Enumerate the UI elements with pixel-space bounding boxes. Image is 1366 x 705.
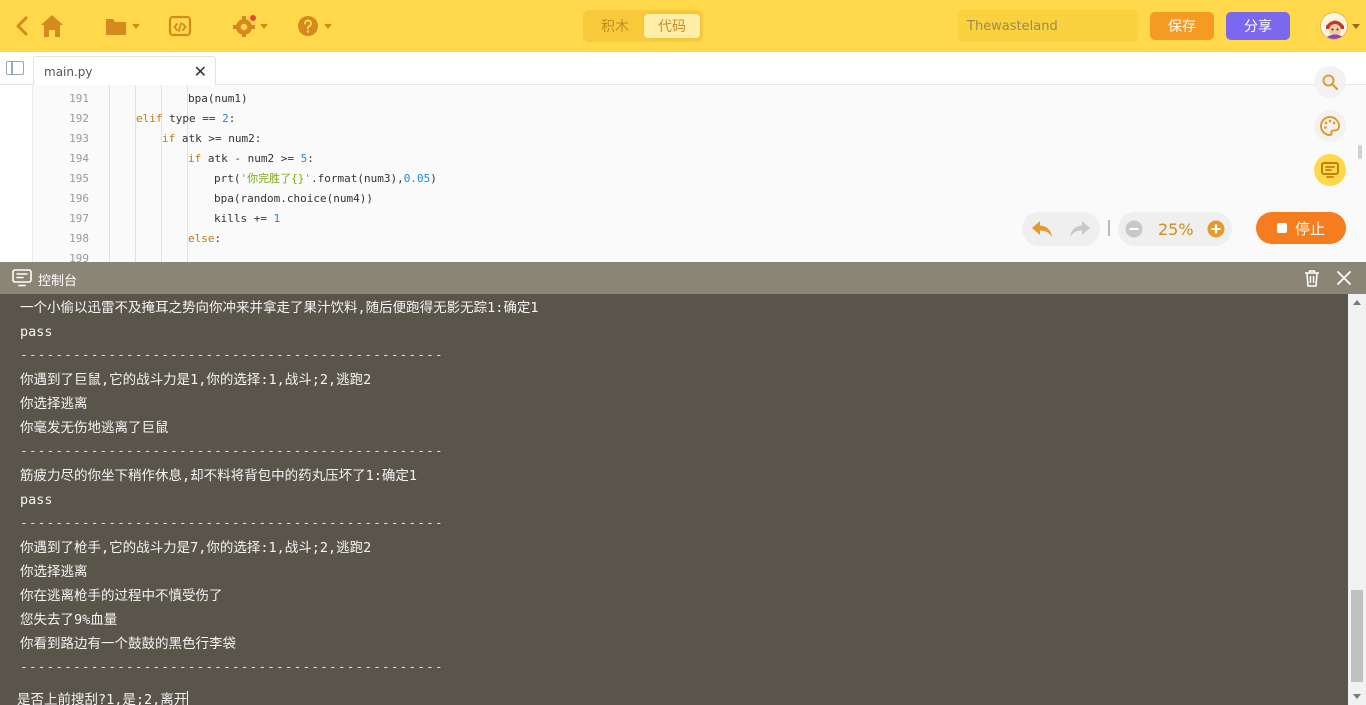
console-separator: ----------------------------------------… [20, 444, 444, 459]
console-line: 你选择逃离 [20, 564, 88, 580]
close-icon[interactable]: ✕ [194, 62, 207, 81]
console-line: 你毫发无伤地逃离了巨鼠 [20, 420, 169, 436]
search-icon [1322, 74, 1339, 91]
console-line: pass [20, 492, 53, 508]
console-separator: ----------------------------------------… [20, 348, 444, 363]
editor-gutter [0, 85, 33, 262]
code-text: elif type == 2: [136, 112, 236, 125]
trash-icon[interactable] [1303, 269, 1321, 291]
chevron-down-icon [260, 23, 268, 29]
chevron-down-icon [324, 23, 332, 29]
code-line: 194 if atk - num2 >= 5: [33, 149, 1333, 169]
help-icon [298, 16, 318, 36]
code-icon[interactable] [168, 12, 192, 40]
console-line: 你遇到了巨鼠,它的战斗力是1,你的选择:1,战斗;2,逃跑2 [20, 372, 372, 388]
text-cursor [187, 691, 189, 705]
editor-scrollbar[interactable] [1358, 145, 1362, 159]
console-input[interactable]: 是否上前搜刮?1,是;2,离开 [17, 688, 189, 705]
undo-redo-group [1022, 212, 1100, 246]
console-line: 你看到路边有一个鼓鼓的黑色行李袋 [20, 636, 236, 652]
editor-tabbar: main.py ✕ [0, 52, 1366, 86]
code-line: 191 bpa(num1) [33, 89, 1333, 109]
mode-code-button[interactable]: 代码 [643, 13, 701, 39]
console-output[interactable]: 一个小偷以迅雷不及掩耳之势向你冲来并拿走了果汁饮料,随后便跑得无影无踪1:确定1… [0, 294, 1366, 705]
chevron-down-icon[interactable] [1352, 24, 1360, 29]
code-line: 199 [33, 249, 1333, 262]
chevron-down-icon [132, 23, 140, 29]
monitor-icon [1321, 162, 1339, 178]
code-text: bpa(num1) [188, 92, 248, 105]
console-line: 你选择逃离 [20, 396, 88, 412]
console-scrollbar[interactable] [1348, 294, 1366, 705]
scroll-down-icon[interactable] [1353, 694, 1361, 699]
search-tool[interactable] [1314, 66, 1346, 98]
share-button[interactable]: 分享 [1226, 12, 1290, 40]
console-line: 你遇到了枪手,它的战斗力是7,你的选择:1,战斗;2,逃跑2 [20, 540, 372, 556]
stop-button-label: 停止 [1294, 219, 1325, 238]
palette-icon [1320, 115, 1341, 137]
console-title: 控制台 [38, 274, 78, 289]
scroll-up-icon[interactable] [1353, 300, 1361, 305]
console-line: 筋疲力尽的你坐下稍作休息,却不料将背包中的药丸压坏了1:确定1 [20, 468, 418, 484]
line-number: 192 [69, 112, 89, 125]
console-input-text: 是否上前搜刮?1,是;2,离开 [17, 692, 188, 705]
mode-blocks-button[interactable]: 积木 [586, 13, 644, 39]
zoom-in-icon[interactable] [1207, 220, 1225, 242]
line-number: 196 [69, 192, 89, 205]
code-text: prt('你完胜了{}'.format(num3),0.05) [214, 172, 437, 185]
code-text: if atk - num2 >= 5: [188, 152, 314, 165]
code-line: 195 prt('你完胜了{}'.format(num3),0.05) [33, 169, 1333, 189]
redo-icon[interactable] [1068, 218, 1092, 244]
home-icon[interactable] [38, 12, 66, 40]
console-line: 一个小偷以迅雷不及掩耳之势向你冲来并拿走了果汁饮料,随后便跑得无影无踪1:确定1 [20, 300, 539, 316]
sidebar-toggle-icon[interactable] [6, 61, 24, 75]
console-header: 控制台 [0, 262, 1366, 294]
zoom-level: 25% [1158, 220, 1194, 239]
settings-menu[interactable] [232, 12, 268, 40]
console-icon [12, 269, 32, 291]
palette-tool[interactable] [1314, 110, 1346, 142]
file-tab[interactable]: main.py ✕ [33, 56, 216, 86]
code-text: bpa(random.choice(num4)) [214, 192, 373, 205]
code-text: kills += 1 [214, 212, 281, 225]
console-separator: ----------------------------------------… [20, 516, 444, 531]
code-line: 196 bpa(random.choice(num4)) [33, 189, 1333, 209]
console-close-icon[interactable] [1336, 270, 1352, 290]
line-number: 199 [69, 252, 89, 262]
code-text: else: [188, 232, 222, 245]
avatar[interactable] [1320, 12, 1348, 40]
stop-icon [1276, 223, 1287, 233]
undo-icon[interactable] [1030, 218, 1054, 244]
top-toolbar: 积木 代码 Thewasteland 保存 分享 [0, 0, 1366, 52]
project-name-input[interactable]: Thewasteland [958, 10, 1138, 42]
gear-icon [233, 15, 256, 37]
console-line: 你在逃离枪手的过程中不慎受伤了 [20, 588, 223, 604]
scrollbar-thumb[interactable] [1351, 590, 1363, 682]
code-line: 193 if atk >= num2: [33, 129, 1333, 149]
stop-button[interactable]: 停止 [1256, 212, 1346, 244]
zoom-control: 25% [1118, 212, 1232, 246]
save-button[interactable]: 保存 [1150, 12, 1214, 40]
line-number: 198 [69, 232, 89, 245]
line-number: 193 [69, 132, 89, 145]
toolbar-divider [1108, 220, 1110, 236]
line-number: 197 [69, 212, 89, 225]
console-line: pass [20, 324, 53, 340]
file-tab-label: main.py [44, 65, 93, 79]
folder-icon [106, 19, 126, 35]
help-menu[interactable] [296, 12, 332, 40]
folder-menu[interactable] [104, 12, 140, 40]
monitor-tool[interactable] [1314, 154, 1346, 186]
mode-switch: 积木 代码 [583, 10, 703, 42]
console-line: 您失去了9%血量 [20, 612, 118, 628]
back-icon[interactable] [14, 12, 30, 40]
line-number: 195 [69, 172, 89, 185]
code-text: if atk >= num2: [162, 132, 262, 145]
line-number: 194 [69, 152, 89, 165]
code-line: 192 elif type == 2: [33, 109, 1333, 129]
console-separator: ----------------------------------------… [20, 660, 444, 675]
zoom-out-icon[interactable] [1125, 220, 1143, 242]
line-number: 191 [69, 92, 89, 105]
